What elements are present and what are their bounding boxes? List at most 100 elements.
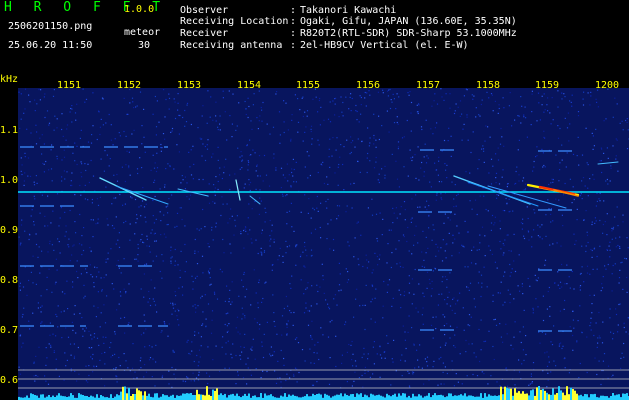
noise-dot xyxy=(108,113,110,116)
noise-dot xyxy=(559,287,561,289)
noise-dot xyxy=(544,166,546,168)
noise-dot xyxy=(37,302,39,304)
noise-dot xyxy=(478,249,480,251)
noise-dot xyxy=(283,307,285,310)
noise-dot xyxy=(216,298,219,300)
noise-dot xyxy=(514,384,516,386)
signal-bar xyxy=(338,394,340,400)
noise-dot xyxy=(587,164,589,166)
noise-dot xyxy=(258,155,261,157)
noise-dot xyxy=(239,354,241,357)
noise-dot xyxy=(152,358,154,360)
noise-dot xyxy=(591,221,593,223)
signal-bar xyxy=(318,393,320,400)
noise-dot xyxy=(44,116,46,119)
noise-dot xyxy=(32,282,34,284)
noise-dot xyxy=(472,131,474,133)
signal-bar xyxy=(478,396,480,400)
noise-dot xyxy=(488,97,490,99)
noise-dot xyxy=(354,371,356,373)
noise-dot xyxy=(360,96,362,99)
noise-dot xyxy=(82,249,85,252)
noise-dot xyxy=(258,279,260,281)
noise-dot xyxy=(625,258,627,260)
noise-dot xyxy=(67,308,69,310)
signal-bar xyxy=(208,394,210,400)
noise-dot xyxy=(541,238,543,240)
noise-dot xyxy=(232,343,234,345)
noise-dot xyxy=(156,100,158,102)
noise-dot xyxy=(44,225,46,227)
noise-dot xyxy=(446,303,448,305)
noise-dot xyxy=(269,133,271,135)
noise-dot xyxy=(243,247,245,249)
noise-dot xyxy=(88,330,90,332)
noise-dot xyxy=(417,146,419,148)
noise-dot xyxy=(413,344,415,346)
noise-dot xyxy=(259,189,261,191)
noise-dot xyxy=(241,318,243,320)
noise-dot xyxy=(492,165,494,167)
noise-dot xyxy=(87,381,89,383)
noise-dot xyxy=(41,305,43,307)
noise-dot xyxy=(90,142,93,144)
noise-dot xyxy=(411,198,413,200)
noise-dot xyxy=(290,185,292,187)
noise-dot xyxy=(137,247,139,249)
noise-dot xyxy=(200,297,202,299)
noise-dot xyxy=(266,123,268,125)
noise-dot xyxy=(557,90,559,92)
noise-dot xyxy=(622,221,624,223)
noise-dot xyxy=(436,103,439,105)
meteor-count: 30 xyxy=(138,40,151,51)
noise-dot xyxy=(181,286,183,288)
noise-dot xyxy=(479,115,481,117)
noise-dot xyxy=(232,93,234,95)
noise-dot xyxy=(229,289,231,291)
noise-dot xyxy=(581,266,583,268)
noise-dot xyxy=(112,144,114,146)
noise-dot xyxy=(397,123,399,125)
noise-dot xyxy=(583,219,585,221)
noise-dot xyxy=(595,322,597,324)
noise-dot xyxy=(91,358,93,360)
noise-dot xyxy=(196,228,198,230)
noise-dot xyxy=(559,162,561,164)
noise-dot xyxy=(243,271,245,274)
noise-dot xyxy=(97,204,100,206)
signal-bar xyxy=(224,393,226,400)
noise-dot xyxy=(595,128,597,130)
noise-dot xyxy=(403,294,405,297)
noise-dot xyxy=(154,385,156,387)
noise-dot xyxy=(321,263,323,265)
noise-dot xyxy=(388,89,390,91)
noise-dot xyxy=(597,342,599,344)
signal-bar xyxy=(198,394,200,400)
noise-dot xyxy=(489,136,491,138)
noise-dot xyxy=(505,197,507,200)
signal-bar xyxy=(138,390,140,400)
noise-dot xyxy=(480,103,482,106)
noise-dot xyxy=(310,335,312,337)
signal-bar xyxy=(194,395,196,400)
noise-dot xyxy=(41,153,43,155)
noise-dot xyxy=(446,164,448,166)
noise-dot xyxy=(386,90,389,92)
noise-dot xyxy=(545,214,547,216)
noise-dot xyxy=(464,220,466,222)
noise-dot xyxy=(518,174,520,176)
noise-dot xyxy=(332,238,335,241)
noise-dot xyxy=(354,237,356,239)
noise-dot xyxy=(201,115,203,117)
noise-dot xyxy=(196,275,198,277)
noise-dot xyxy=(544,352,546,354)
noise-dot xyxy=(75,232,77,234)
noise-dot xyxy=(602,321,604,323)
noise-dot xyxy=(168,198,170,200)
noise-dot xyxy=(118,132,120,134)
noise-dot xyxy=(562,225,564,227)
noise-dot xyxy=(149,298,151,300)
noise-dot xyxy=(478,328,480,331)
noise-dot xyxy=(437,174,439,176)
noise-dot xyxy=(483,161,485,163)
